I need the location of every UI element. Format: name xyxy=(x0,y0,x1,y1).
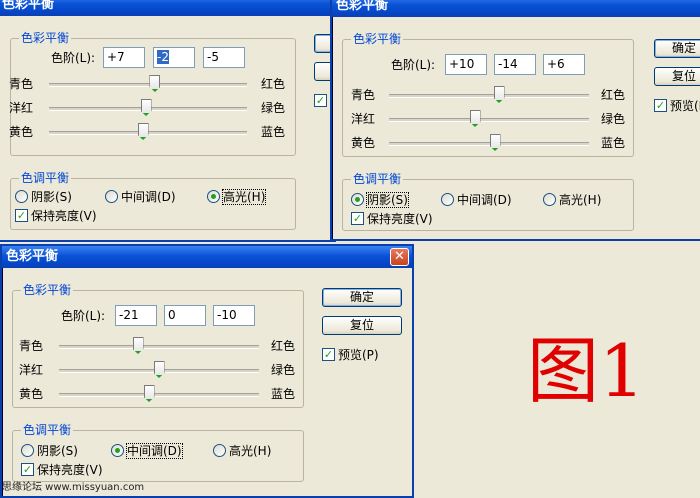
yellow-label: 黄色 xyxy=(351,136,376,150)
cyan-red-slider-thumb[interactable] xyxy=(132,337,144,354)
preserve-luminosity-checkbox[interactable]: ✓ xyxy=(21,463,34,476)
dialog-title: 色彩平衡 xyxy=(332,0,700,17)
color-balance-group: 色彩平衡 色阶(L): +10 -14 +6 青色 红色 洋红 绿色 黄色 蓝色 xyxy=(342,32,634,157)
color-balance-group: 色彩平衡 色阶(L): -21 0 -10 青色 红色 洋红 绿色 黄色 蓝色 xyxy=(12,283,304,408)
magenta-green-slider-track[interactable] xyxy=(389,118,589,122)
close-icon[interactable]: ✕ xyxy=(390,248,409,266)
midtones-radio[interactable] xyxy=(105,190,118,203)
level-yellow-blue-input[interactable]: -10 xyxy=(213,305,255,326)
highlights-radio[interactable] xyxy=(213,444,226,457)
shadows-radio[interactable] xyxy=(351,193,364,206)
preserve-luminosity-label: 保持亮度(V) xyxy=(367,212,433,226)
level-magenta-green-input[interactable]: 0 xyxy=(164,305,206,326)
levels-label: 色阶(L): xyxy=(391,58,436,72)
yellow-blue-slider-track[interactable] xyxy=(389,142,589,146)
color-balance-dialog-highlights: 色彩平衡 色彩平衡 色阶(L): +7 -2 -5 青色 红色 洋红 绿色 黄色… xyxy=(0,0,344,242)
shadows-label: 阴影(S) xyxy=(366,192,409,208)
magenta-label: 洋红 xyxy=(9,101,34,115)
highlights-radio[interactable] xyxy=(543,193,556,206)
cyan-red-slider-thumb[interactable] xyxy=(493,86,505,103)
midtones-label: 中间调(D) xyxy=(121,190,176,204)
ok-button[interactable]: 确定 xyxy=(654,39,700,58)
green-label: 绿色 xyxy=(601,112,626,126)
magenta-label: 洋红 xyxy=(19,363,44,377)
yellow-blue-slider-thumb[interactable] xyxy=(137,123,149,140)
preview-checkbox[interactable]: ✓ xyxy=(654,99,667,112)
cyan-red-slider-track[interactable] xyxy=(389,94,589,98)
blue-label: 蓝色 xyxy=(601,136,626,150)
yellow-label: 黄色 xyxy=(19,387,44,401)
ok-button[interactable]: 确定 xyxy=(322,288,402,307)
yellow-label: 黄色 xyxy=(9,125,34,139)
magenta-green-slider-thumb[interactable] xyxy=(469,110,481,127)
blue-label: 蓝色 xyxy=(271,387,296,401)
preview-checkbox[interactable]: ✓ xyxy=(322,348,335,361)
yellow-blue-slider-track[interactable] xyxy=(59,393,259,397)
preview-label: 预览(P) xyxy=(338,348,379,362)
shadows-radio[interactable] xyxy=(21,444,34,457)
color-balance-group-title: 色彩平衡 xyxy=(19,31,72,45)
green-label: 绿色 xyxy=(271,363,296,377)
magenta-green-slider-thumb[interactable] xyxy=(153,361,165,378)
highlights-label: 高光(H) xyxy=(229,444,272,458)
midtones-label: 中间调(D) xyxy=(457,193,512,207)
level-magenta-green-input[interactable]: -2 xyxy=(153,47,195,68)
level-magenta-green-input[interactable]: -14 xyxy=(494,54,536,75)
cyan-red-slider-track[interactable] xyxy=(49,83,247,87)
magenta-label: 洋红 xyxy=(351,112,376,126)
level-cyan-red-input[interactable]: +10 xyxy=(445,54,487,75)
tone-balance-group: 色调平衡 阴影(S) 中间调(D) 高光(H) ✓ 保持亮度(V) xyxy=(342,172,634,231)
level-cyan-red-input[interactable]: +7 xyxy=(103,47,145,68)
magenta-green-slider-thumb[interactable] xyxy=(140,99,152,116)
color-balance-group: 色彩平衡 色阶(L): +7 -2 -5 青色 红色 洋红 绿色 黄色 蓝色 xyxy=(9,31,296,156)
level-yellow-blue-input[interactable]: -5 xyxy=(203,47,245,68)
dialog-title: 色彩平衡 xyxy=(0,0,334,16)
tone-balance-group: 色调平衡 阴影(S) 中间调(D) 高光(H) ✓ 保持亮度(V) xyxy=(12,423,304,482)
level-yellow-blue-input[interactable]: +6 xyxy=(543,54,585,75)
green-label: 绿色 xyxy=(261,101,286,115)
dialog-title: 色彩平衡 xyxy=(2,246,412,268)
levels-label: 色阶(L): xyxy=(61,309,106,323)
cyan-label: 青色 xyxy=(351,88,376,102)
shadows-label: 阴影(S) xyxy=(37,444,78,458)
level-cyan-red-input[interactable]: -21 xyxy=(115,305,157,326)
preview-label: 预览(P) xyxy=(670,99,700,113)
reset-button[interactable]: 复位 xyxy=(654,67,700,86)
tone-balance-group-title: 色调平衡 xyxy=(21,423,74,437)
tone-balance-group: 色调平衡 阴影(S) 中间调(D) 高光(H) ✓ 保持亮度(V) xyxy=(10,171,296,230)
red-label: 红色 xyxy=(271,339,296,353)
color-balance-dialog-midtones: 色彩平衡 ✕ 色彩平衡 色阶(L): -21 0 -10 青色 红色 洋红 绿色… xyxy=(0,244,414,498)
tone-balance-group-title: 色调平衡 xyxy=(351,172,404,186)
shadows-label: 阴影(S) xyxy=(31,190,72,204)
highlights-label: 高光(H) xyxy=(559,193,602,207)
levels-label: 色阶(L): xyxy=(51,51,96,65)
yellow-blue-slider-thumb[interactable] xyxy=(143,385,155,402)
preserve-luminosity-checkbox[interactable]: ✓ xyxy=(15,209,28,222)
midtones-radio[interactable] xyxy=(441,193,454,206)
midtones-label: 中间调(D) xyxy=(126,443,183,459)
yellow-blue-slider-thumb[interactable] xyxy=(489,134,501,151)
cyan-red-slider-track[interactable] xyxy=(59,345,259,349)
site-watermark: 思缘论坛 www.missyuan.com xyxy=(2,482,145,493)
red-label: 红色 xyxy=(601,88,626,102)
cyan-label: 青色 xyxy=(9,77,34,91)
tone-balance-group-title: 色调平衡 xyxy=(19,171,72,185)
highlights-radio[interactable] xyxy=(207,190,220,203)
preview-checkbox[interactable]: ✓ xyxy=(314,94,327,107)
blue-label: 蓝色 xyxy=(261,125,286,139)
midtones-radio[interactable] xyxy=(111,444,124,457)
red-label: 红色 xyxy=(261,77,286,91)
preserve-luminosity-label: 保持亮度(V) xyxy=(37,463,103,477)
figure-label: 图1 xyxy=(527,329,645,413)
preserve-luminosity-checkbox[interactable]: ✓ xyxy=(351,212,364,225)
cyan-label: 青色 xyxy=(19,339,44,353)
color-balance-dialog-shadows: 色彩平衡 色彩平衡 色阶(L): +10 -14 +6 青色 红色 洋红 绿色 … xyxy=(330,0,700,241)
shadows-radio[interactable] xyxy=(15,190,28,203)
cyan-red-slider-thumb[interactable] xyxy=(149,75,161,92)
preserve-luminosity-label: 保持亮度(V) xyxy=(31,209,97,223)
color-balance-group-title: 色彩平衡 xyxy=(21,283,74,297)
reset-button[interactable]: 复位 xyxy=(322,316,402,335)
color-balance-group-title: 色彩平衡 xyxy=(351,32,404,46)
highlights-label: 高光(H) xyxy=(221,189,267,205)
